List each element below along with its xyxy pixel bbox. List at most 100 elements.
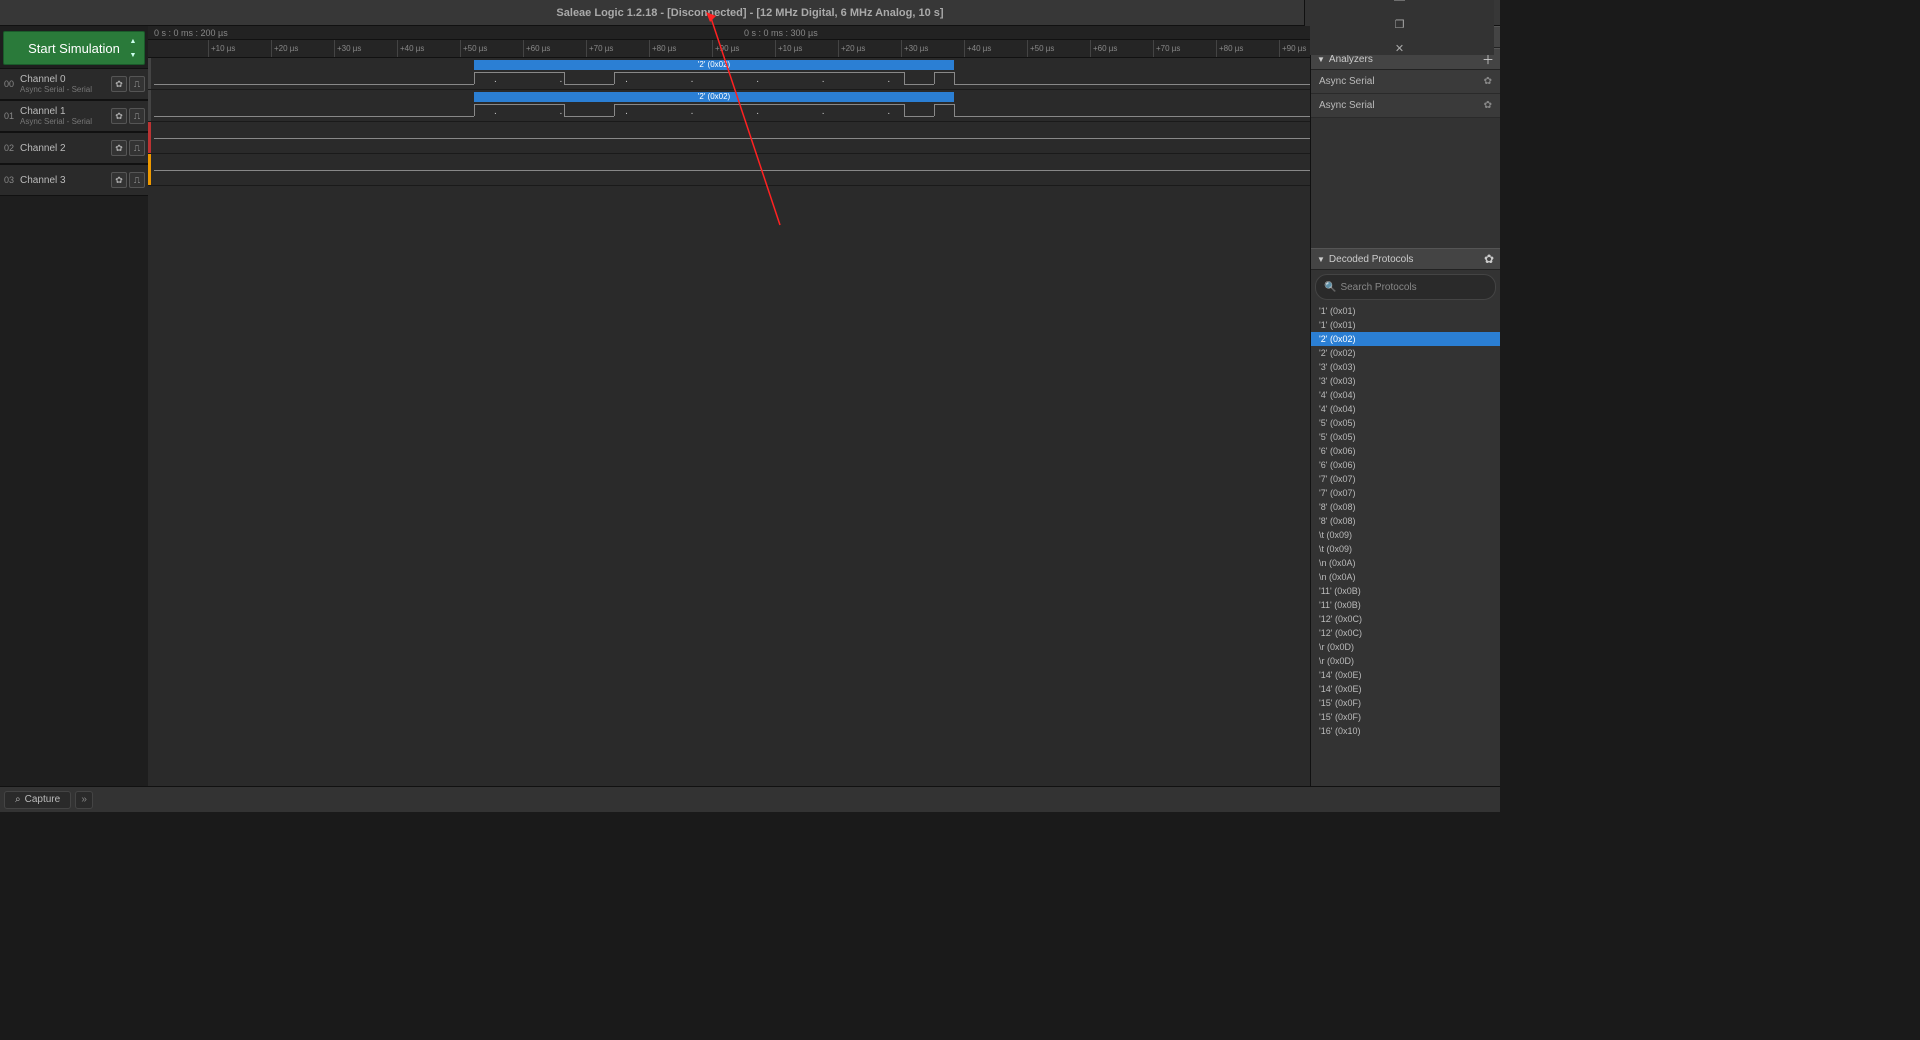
window-title: Saleae Logic 1.2.18 - [Disconnected] - [… [556,7,943,19]
protocol-item[interactable]: '12' (0x0C) [1311,612,1500,626]
channel-settings-button[interactable]: ✿ [111,172,127,188]
search-placeholder: Search Protocols [1340,282,1416,293]
waveform-row-2[interactable] [148,122,1310,154]
side-panel: ▶ Annotations ▼ Analyzers ＋ Async Serial… [1310,26,1500,786]
protocol-item[interactable]: '11' (0x0B) [1311,598,1500,612]
tab-expand-button[interactable]: » [75,791,93,809]
start-button-label: Start Simulation [28,41,120,56]
ruler-tick: +10 µs [208,40,235,57]
protocol-item[interactable]: '15' (0x0F) [1311,710,1500,724]
protocol-item[interactable]: \t (0x09) [1311,528,1500,542]
channel-trigger-button[interactable]: ⎍ [129,140,145,156]
ruler-tick: +10 µs [775,40,802,57]
ruler-tick: +50 µs [460,40,487,57]
decode-bubble[interactable]: '2' (0x02) [474,60,954,70]
gear-icon[interactable]: ✿ [1484,76,1492,87]
ruler-tick: +80 µs [1216,40,1243,57]
protocol-item[interactable]: '14' (0x0E) [1311,668,1500,682]
protocol-item[interactable]: '7' (0x07) [1311,486,1500,500]
channel-number: 00 [2,79,16,89]
start-simulation-button[interactable]: Start Simulation ▲▼ [3,31,145,65]
waveform-row-1[interactable]: '2' (0x02) . . . . . . . . . . [148,90,1310,122]
channel-trigger-button[interactable]: ⎍ [129,108,145,124]
ruler-tick: +60 µs [523,40,550,57]
waveform-row-3[interactable] [148,154,1310,186]
protocols-settings-button[interactable]: ✿ [1484,252,1494,266]
ruler-tick: +70 µs [586,40,613,57]
channel-number: 02 [2,143,16,153]
channel-row-0[interactable]: 00 Channel 0 Async Serial - Serial ✿ ⎍ [0,68,148,100]
close-button[interactable]: ✕ [1392,41,1408,55]
protocol-item[interactable]: '11' (0x0B) [1311,584,1500,598]
protocol-item[interactable]: '14' (0x0E) [1311,682,1500,696]
protocol-list[interactable]: '1' (0x01)'1' (0x01)'2' (0x02)'2' (0x02)… [1311,304,1500,786]
protocol-item[interactable]: '1' (0x01) [1311,304,1500,318]
magnify-icon: ⌕ [15,794,21,805]
protocol-item[interactable]: \n (0x0A) [1311,556,1500,570]
ruler-tick: +40 µs [397,40,424,57]
maximize-button[interactable]: ❐ [1392,17,1408,31]
ruler-tick: +30 µs [901,40,928,57]
channel-number: 01 [2,111,16,121]
protocol-item[interactable]: '6' (0x06) [1311,458,1500,472]
protocol-item[interactable]: '16' (0x10) [1311,724,1500,738]
protocol-item[interactable]: '3' (0x03) [1311,360,1500,374]
protocol-item[interactable]: '12' (0x0C) [1311,626,1500,640]
protocol-item[interactable]: \r (0x0D) [1311,654,1500,668]
protocol-item[interactable]: '8' (0x08) [1311,514,1500,528]
waveform-row-0[interactable]: '2' (0x02) . . . . . . . . . . [148,58,1310,90]
ruler-tick: +90 µs [1279,40,1306,57]
time-header: 0 s : 0 ms : 200 µs 0 s : 0 ms : 300 µs [148,26,1310,40]
capture-tab[interactable]: ⌕ Capture [4,791,71,809]
spinner-icon[interactable]: ▲▼ [126,34,140,62]
decoded-protocols-header[interactable]: ▼ Decoded Protocols ✿ [1311,248,1500,270]
protocol-item[interactable]: '4' (0x04) [1311,402,1500,416]
time-ruler[interactable]: +10 µs +20 µs +30 µs +40 µs +50 µs +60 µs +70 … [148,40,1310,58]
protocol-item[interactable]: '3' (0x03) [1311,374,1500,388]
protocol-item[interactable]: '5' (0x05) [1311,430,1500,444]
channel-row-2[interactable]: 02 Channel 2 ✿ ⎍ [0,132,148,164]
minimize-button[interactable]: — [1392,0,1408,7]
protocol-item[interactable]: '15' (0x0F) [1311,696,1500,710]
channel-subtitle: Async Serial - Serial [20,85,110,94]
ruler-tick: +30 µs [334,40,361,57]
protocol-item[interactable]: '4' (0x04) [1311,388,1500,402]
channel-settings-button[interactable]: ✿ [111,76,127,92]
protocol-item[interactable]: '8' (0x08) [1311,500,1500,514]
channel-name: Channel 1 [20,106,110,117]
chevron-down-icon: ▼ [1317,55,1325,64]
channel-row-1[interactable]: 01 Channel 1 Async Serial - Serial ✿ ⎍ [0,100,148,132]
ruler-tick: +60 µs [1090,40,1117,57]
ruler-tick: +90 µs [712,40,739,57]
decode-bubble[interactable]: '2' (0x02) [474,92,954,102]
chevron-down-icon: ▼ [1317,255,1325,264]
channel-trigger-button[interactable]: ⎍ [129,76,145,92]
bottom-bar: ⌕ Capture » [0,786,1500,812]
channel-row-3[interactable]: 03 Channel 3 ✿ ⎍ [0,164,148,196]
channel-panel: Start Simulation ▲▼ 00 Channel 0 Async S… [0,26,148,786]
protocol-item[interactable]: '2' (0x02) [1311,332,1500,346]
ruler-tick: +50 µs [1027,40,1054,57]
analyzer-item[interactable]: Async Serial✿ [1311,70,1500,94]
protocol-item[interactable]: \r (0x0D) [1311,640,1500,654]
protocol-item[interactable]: '6' (0x06) [1311,444,1500,458]
protocol-item[interactable]: '2' (0x02) [1311,346,1500,360]
title-bar: Saleae Logic 1.2.18 - [Disconnected] - [… [0,0,1500,26]
ruler-tick: +40 µs [964,40,991,57]
channel-trigger-button[interactable]: ⎍ [129,172,145,188]
channel-settings-button[interactable]: ✿ [111,140,127,156]
protocol-item[interactable]: '5' (0x05) [1311,416,1500,430]
ruler-tick: +20 µs [271,40,298,57]
protocol-item[interactable]: '1' (0x01) [1311,318,1500,332]
analyzer-item[interactable]: Async Serial✿ [1311,94,1500,118]
protocol-item[interactable]: \n (0x0A) [1311,570,1500,584]
channel-settings-button[interactable]: ✿ [111,108,127,124]
channel-subtitle: Async Serial - Serial [20,117,110,126]
protocol-item[interactable]: '7' (0x07) [1311,472,1500,486]
protocol-item[interactable]: \t (0x09) [1311,542,1500,556]
channel-name: Channel 0 [20,74,110,85]
search-protocols-input[interactable]: 🔍 Search Protocols [1315,274,1496,300]
ruler-tick: +70 µs [1153,40,1180,57]
gear-icon[interactable]: ✿ [1484,100,1492,111]
waveform-area[interactable]: 0 s : 0 ms : 200 µs 0 s : 0 ms : 300 µs … [148,26,1310,786]
